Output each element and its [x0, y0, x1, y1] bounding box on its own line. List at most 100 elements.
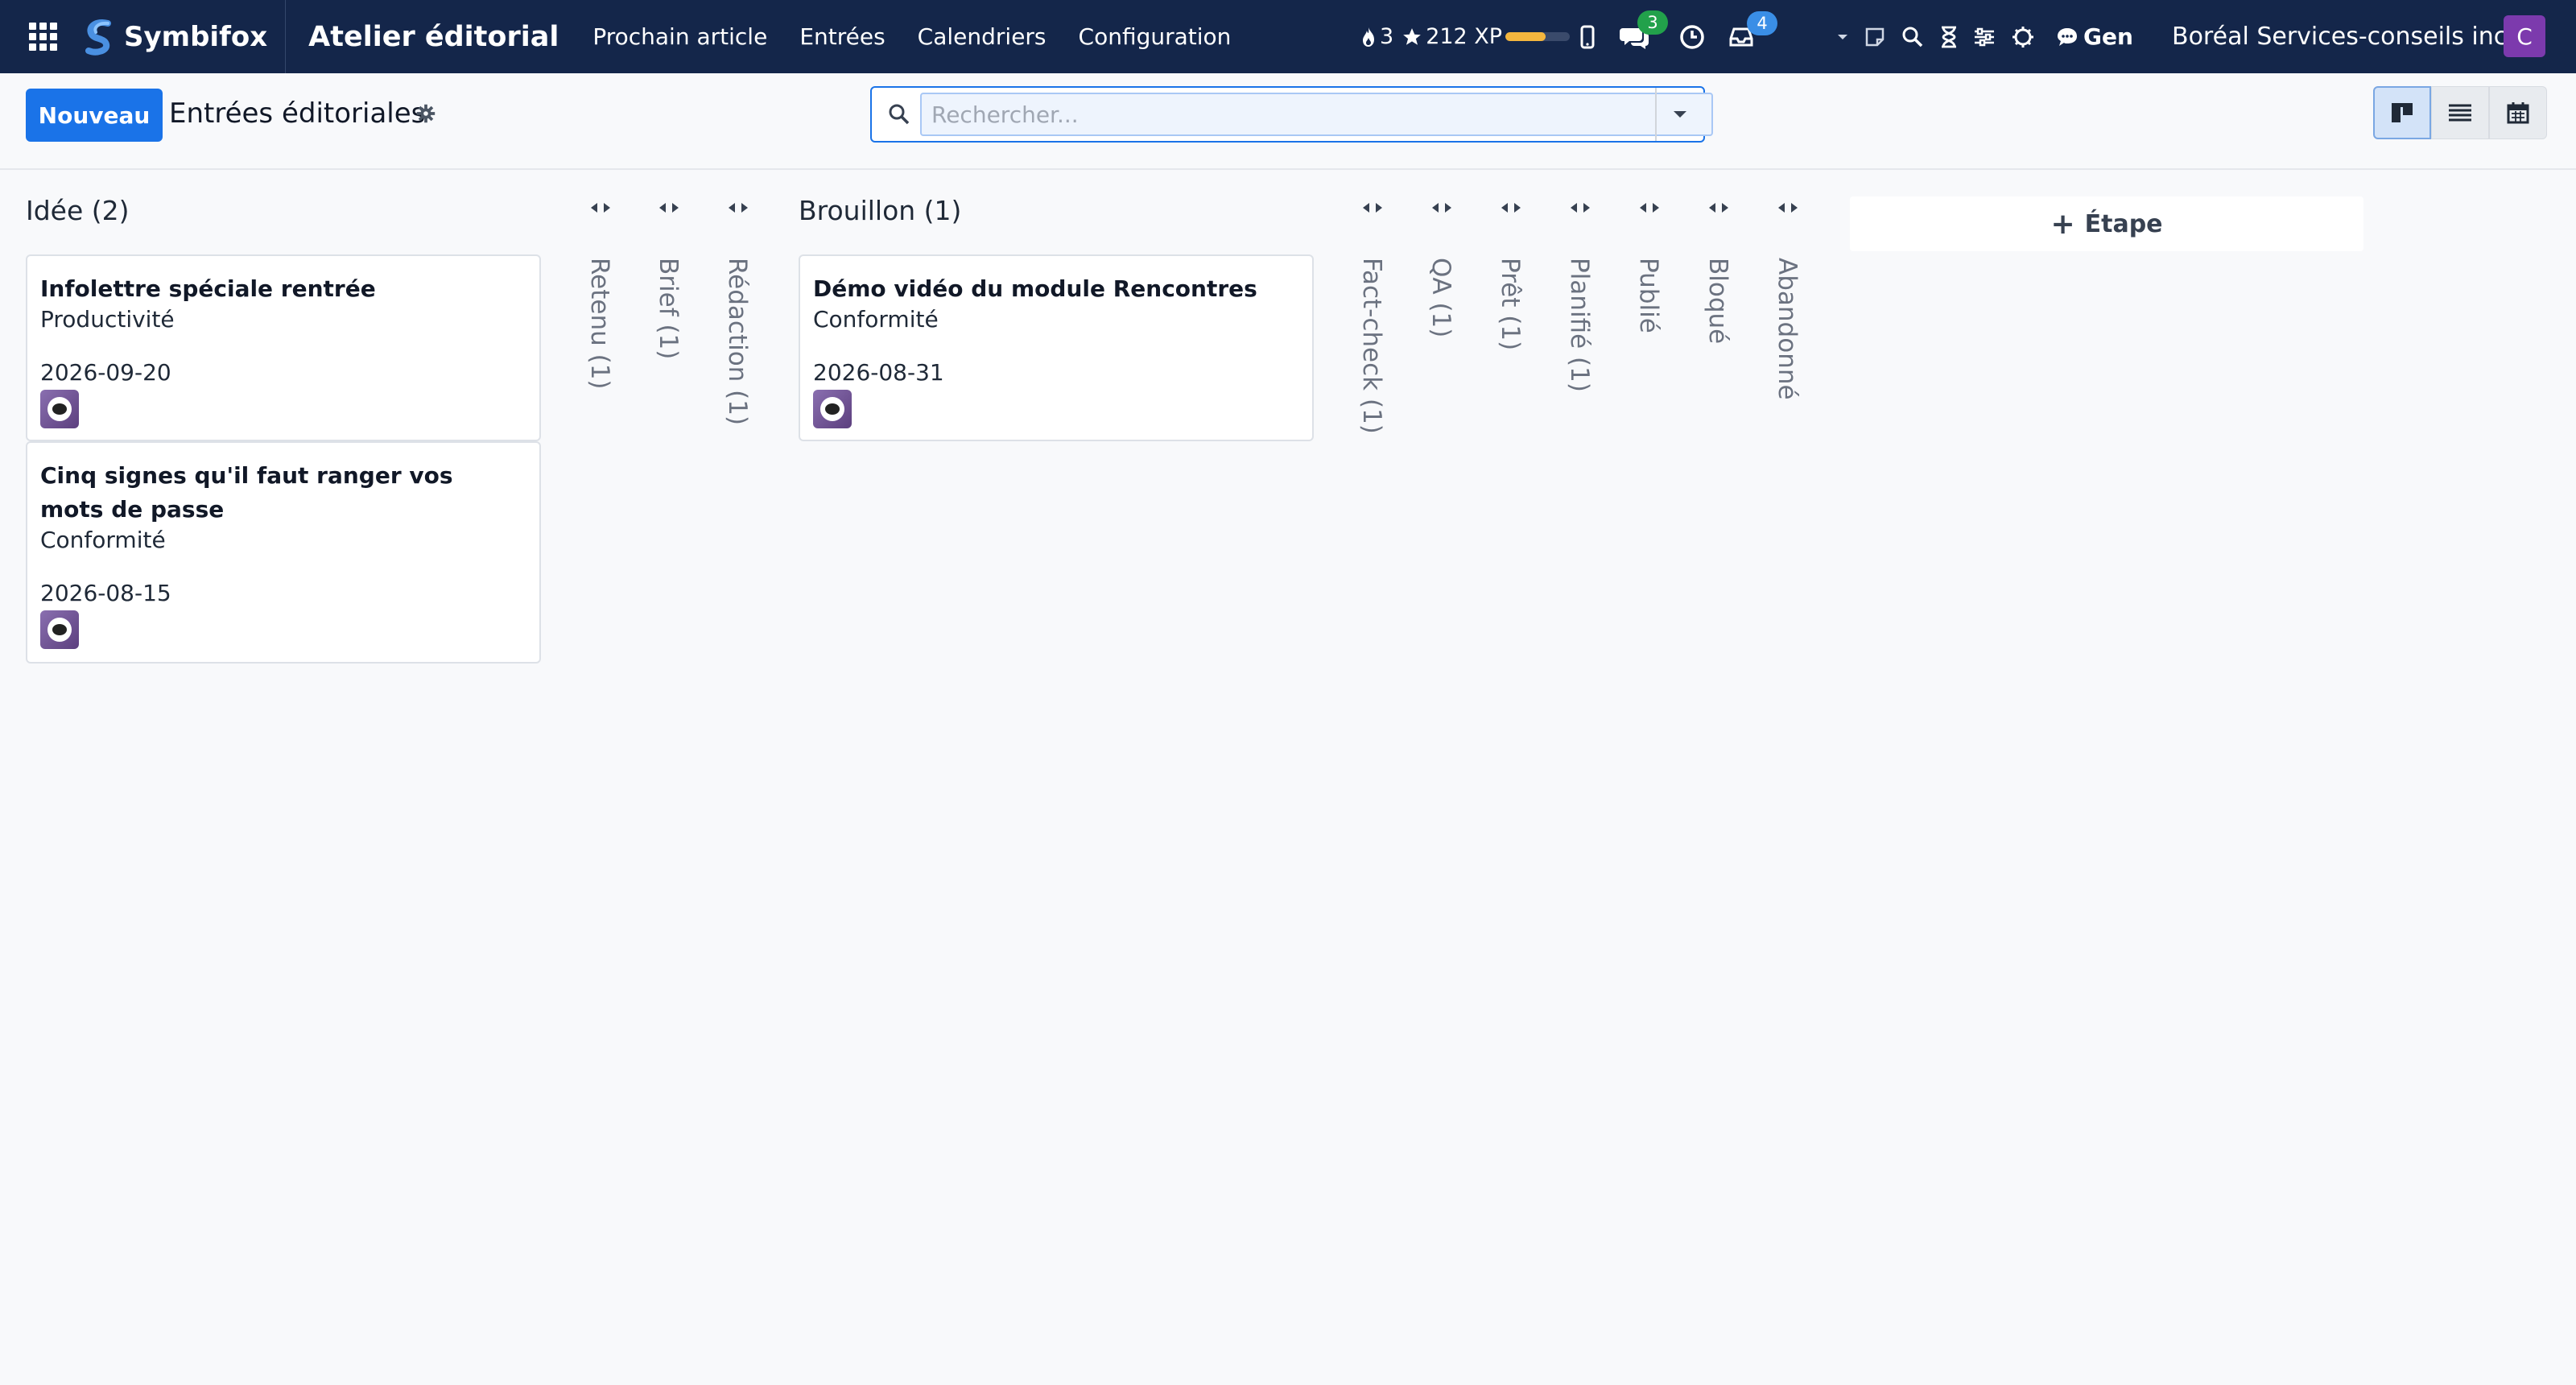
folded-column-retenu[interactable]: Retenu (1) — [576, 201, 625, 390]
mobile-icon — [1580, 25, 1595, 48]
kanban-view-button[interactable] — [2373, 86, 2431, 139]
streak: 3 — [1360, 24, 1393, 49]
folded-column-abandonne[interactable]: Abandonné — [1764, 201, 1812, 400]
card-title: Démo vidéo du module Rencontres — [813, 275, 1257, 302]
actions-gear-button[interactable] — [415, 102, 437, 128]
expand-arrows-icon — [1764, 201, 1812, 214]
card-title: Cinq signes qu'il faut ranger vos mots d… — [40, 462, 453, 523]
brand-name: Symbifox — [124, 20, 268, 53]
expand-arrows-icon — [1487, 201, 1535, 214]
activities-badge: 4 — [1747, 10, 1777, 35]
expand-arrows-icon — [714, 201, 762, 214]
card-tag: Productivité — [40, 306, 175, 333]
star-icon — [1403, 27, 1422, 45]
list-view-button[interactable] — [2431, 86, 2489, 139]
expand-arrows-icon — [1348, 201, 1397, 214]
folded-column-label: Fact-check (1) — [1357, 258, 1386, 434]
systray: 3 4 — [1579, 0, 1777, 73]
hourglass-icon — [1942, 26, 1956, 48]
note-button[interactable] — [1864, 27, 1885, 48]
chat-bubble-icon — [2058, 27, 2077, 46]
messages-button[interactable]: 3 — [1620, 10, 1668, 49]
timer-button[interactable] — [1940, 26, 1958, 48]
folded-column-fact-check[interactable]: Fact-check (1) — [1348, 201, 1397, 434]
column-title-brouillon[interactable]: Brouillon (1) — [799, 195, 961, 226]
xp-value: 212 XP — [1426, 24, 1503, 49]
folded-column-label: Planifié (1) — [1565, 258, 1594, 392]
apps-grid-icon — [28, 23, 57, 51]
assignee-avatar[interactable] — [813, 390, 852, 428]
add-stage-button[interactable]: + Étape — [1850, 196, 2363, 251]
card-date: 2026-08-31 — [813, 359, 944, 386]
brand[interactable]: Symbifox — [80, 0, 287, 73]
brand-logo-icon — [85, 19, 111, 56]
settings-sliders-button[interactable] — [1974, 27, 1995, 47]
folded-column-brief[interactable]: Brief (1) — [645, 201, 693, 359]
folded-column-pret[interactable]: Prêt (1) — [1487, 201, 1535, 350]
expand-arrows-icon — [1625, 201, 1674, 214]
card-tag: Conformité — [40, 527, 166, 553]
calendar-view-icon — [2507, 102, 2529, 124]
caret-down-icon — [1674, 111, 1686, 118]
view-switcher — [2373, 86, 2547, 139]
add-stage-label: Étape — [2084, 209, 2163, 238]
menu-item-calendriers[interactable]: Calendriers — [902, 0, 1063, 73]
caret-down-icon — [1838, 34, 1847, 39]
column-title-idee[interactable]: Idée (2) — [26, 195, 130, 226]
gamification-status[interactable]: 3 212 XP — [1360, 0, 1578, 73]
top-navbar: Symbifox Atelier éditorial Prochain arti… — [0, 0, 2576, 73]
gen-label: Gen — [2083, 23, 2133, 50]
folded-column-label: QA (1) — [1426, 258, 1455, 338]
folded-column-bloque[interactable]: Bloqué — [1695, 201, 1743, 344]
note-icon — [1865, 27, 1885, 46]
breadcrumb: Entrées éditoriales — [169, 97, 426, 130]
gear-icon — [416, 104, 436, 123]
folded-column-label: Bloqué — [1703, 258, 1732, 345]
folded-column-label: Abandonné — [1773, 258, 1802, 400]
assignee-avatar[interactable] — [40, 610, 79, 649]
kanban-card[interactable]: Cinq signes qu'il faut ranger vos mots d… — [26, 441, 541, 664]
menu-item-configuration[interactable]: Configuration — [1063, 0, 1248, 73]
folded-column-label: Publié — [1634, 258, 1663, 333]
folded-column-planifie[interactable]: Planifié (1) — [1556, 201, 1604, 392]
folded-column-qa[interactable]: QA (1) — [1418, 201, 1466, 337]
kanban-card[interactable]: Infolettre spéciale rentrée Productivité… — [26, 254, 541, 441]
dropdown-button[interactable] — [1837, 33, 1848, 41]
xp-progress-bar — [1505, 32, 1571, 41]
folded-column-label: Brief (1) — [654, 258, 683, 360]
kanban-view-icon — [2392, 103, 2413, 122]
clock-icon — [1680, 24, 1704, 49]
folded-column-label: Prêt (1) — [1496, 258, 1525, 351]
apps-menu-button[interactable] — [0, 0, 85, 73]
theme-button[interactable] — [2011, 25, 2035, 49]
new-button[interactable]: Nouveau — [26, 89, 163, 142]
app-title[interactable]: Atelier éditorial — [308, 21, 559, 53]
list-view-icon — [2449, 104, 2471, 122]
menu-item-entrees[interactable]: Entrées — [783, 0, 901, 73]
mobile-button[interactable] — [1579, 25, 1596, 49]
company-switcher[interactable]: Boréal Services-conseils inc. — [2172, 0, 2515, 73]
folded-column-publie[interactable]: Publié — [1625, 201, 1674, 333]
folded-column-redaction[interactable]: Rédaction (1) — [714, 201, 762, 425]
calendar-view-button[interactable] — [2489, 86, 2547, 139]
card-date: 2026-08-15 — [40, 580, 171, 606]
expand-arrows-icon — [1695, 201, 1743, 214]
expand-arrows-icon — [1418, 201, 1466, 214]
search-tool-button[interactable] — [1901, 26, 1924, 48]
activity-button[interactable] — [1679, 24, 1705, 50]
flame-icon — [1363, 27, 1374, 47]
search-options-toggle[interactable] — [1655, 88, 1703, 141]
expand-arrows-icon — [645, 201, 693, 214]
user-avatar[interactable]: C — [2504, 15, 2545, 57]
inbox-button[interactable]: 4 — [1729, 10, 1777, 48]
menu-item-prochain-article[interactable]: Prochain article — [576, 0, 783, 73]
main-menu: Prochain article Entrées Calendriers Con… — [576, 0, 1247, 73]
tools-tray: Gen — [1837, 0, 2133, 73]
assignee-avatar[interactable] — [40, 390, 79, 428]
kanban-card[interactable]: Démo vidéo du module Rencontres Conformi… — [799, 254, 1314, 441]
gen-chat-button[interactable]: Gen — [2056, 23, 2133, 50]
search-input[interactable] — [920, 93, 1713, 136]
gear-icon — [2013, 26, 2033, 48]
xp: 212 XP — [1402, 24, 1571, 49]
folded-column-label: Rédaction (1) — [723, 258, 752, 426]
